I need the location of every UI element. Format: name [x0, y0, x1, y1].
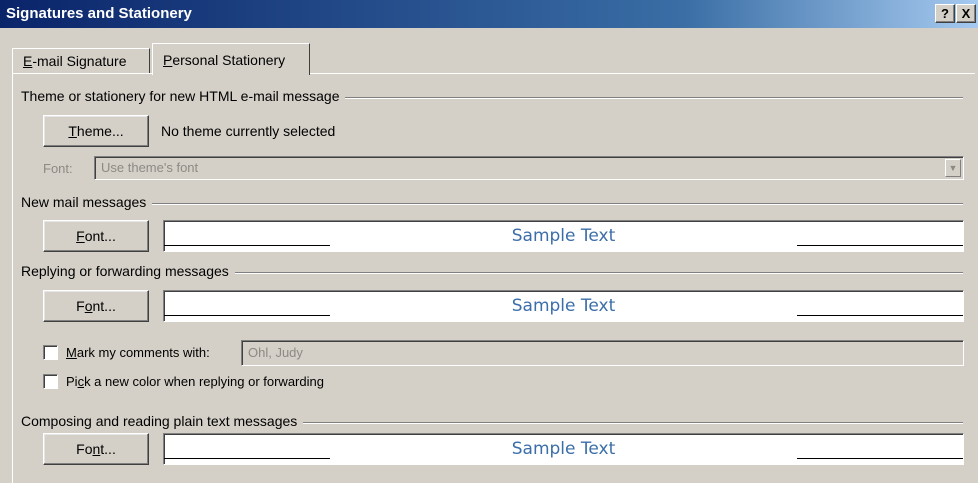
new-mail-font-button[interactable]: Font...: [43, 220, 149, 252]
pick-color-pre: Pi: [66, 374, 78, 389]
mark-comments-label: Mark my comments with:: [66, 345, 210, 360]
tab-personal-stationery-mnemonic: P: [163, 52, 173, 68]
theme-button[interactable]: Theme...: [43, 115, 149, 147]
mark-comments-value: Ohl, Judy: [248, 345, 303, 360]
font-label: Font:: [43, 161, 73, 176]
plain-text-font-post: t...: [100, 441, 116, 457]
plain-text-group-label: Composing and reading plain text message…: [21, 413, 304, 429]
tab-personal-stationery[interactable]: Personal Stationery: [152, 43, 310, 75]
tab-personal-stationery-label: ersonal Stationery: [172, 52, 286, 68]
reply-font-mnemonic: o: [84, 298, 93, 314]
theme-status-text: No theme currently selected: [161, 123, 336, 139]
plain-text-font-mnemonic: n: [92, 441, 101, 457]
chevron-down-icon[interactable]: ▼: [945, 159, 961, 177]
window-title: Signatures and Stationery: [6, 5, 192, 22]
plain-text-sample-text: Sample Text: [511, 439, 616, 459]
tab-email-signature-mnemonic: E: [23, 53, 33, 69]
sample-underline-right: [797, 245, 963, 246]
pick-color-text: k a new color when replying or forwardin…: [84, 374, 324, 389]
plain-text-font-pre: Fo: [76, 441, 93, 457]
tab-email-signature[interactable]: E-mail Signature: [12, 48, 150, 74]
theme-button-mnemonic: T: [68, 123, 77, 139]
new-mail-sample-box: Sample Text: [163, 220, 964, 252]
new-mail-font-label: ont...: [84, 228, 116, 244]
mark-comments-input[interactable]: Ohl, Judy: [241, 340, 964, 366]
reply-sample-box: Sample Text: [163, 290, 964, 322]
mark-comments-mnemonic: M: [66, 345, 77, 360]
reply-font-post: nt...: [92, 298, 116, 314]
sample-underline-right: [797, 458, 963, 459]
theme-group-label: Theme or stationery for new HTML e-mail …: [21, 88, 346, 104]
tab-panel: Theme or stationery for new HTML e-mail …: [12, 73, 975, 483]
title-bar: Signatures and Stationery ? X: [0, 0, 978, 28]
pick-color-checkbox[interactable]: [43, 374, 58, 389]
mark-comments-checkbox[interactable]: [43, 345, 58, 360]
mark-comments-text: ark my comments with:: [76, 345, 210, 360]
help-button[interactable]: ?: [935, 4, 955, 23]
theme-font-value: Use theme's font: [101, 160, 199, 175]
reply-font-pre: F: [76, 298, 85, 314]
sample-underline-right: [797, 315, 963, 316]
reply-sample-text: Sample Text: [511, 296, 616, 316]
new-mail-group-label: New mail messages: [21, 194, 153, 210]
reply-group-label: Replying or forwarding messages: [21, 263, 235, 279]
tab-email-signature-label: -mail Signature: [32, 53, 127, 69]
new-mail-font-mnemonic: F: [76, 228, 85, 244]
reply-font-button[interactable]: Fo nt...: [43, 290, 149, 322]
close-button[interactable]: X: [956, 4, 976, 23]
pick-color-label: Pick a new color when replying or forwar…: [66, 374, 324, 389]
theme-button-label: heme...: [76, 123, 124, 139]
new-mail-sample-text: Sample Text: [511, 226, 616, 246]
help-icon: ?: [941, 6, 949, 21]
plain-text-font-button[interactable]: Fo n t...: [43, 433, 149, 465]
new-mail-group-divider: [21, 203, 963, 205]
theme-font-select[interactable]: Use theme's font ▼: [94, 156, 964, 180]
plain-text-sample-box: Sample Text: [163, 433, 964, 465]
close-icon: X: [961, 6, 971, 21]
